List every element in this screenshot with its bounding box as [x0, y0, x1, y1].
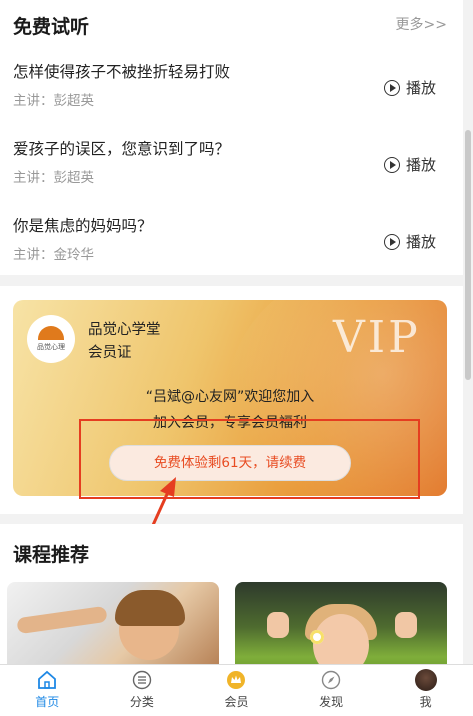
thumbnail-art [115, 590, 185, 626]
home-icon [36, 670, 58, 690]
tab-me[interactable]: 我 [378, 665, 473, 716]
tab-label: 分类 [129, 695, 154, 709]
list-item[interactable]: 怎样使得孩子不被挫折轻易打败 主讲：彭超英 播放 [0, 60, 463, 130]
free-listen-section: 免费试听 更多>> 怎样使得孩子不被挫折轻易打败 主讲：彭超英 播放 爱孩子的误… [0, 0, 463, 275]
speaker-label: 主讲：彭超英 [13, 170, 94, 186]
vip-badge: VIP [333, 312, 421, 363]
brand-logo: 品觉心理 [27, 315, 75, 363]
crown-icon [225, 670, 247, 690]
play-icon [384, 233, 400, 250]
list-item[interactable]: 你是焦虑的妈妈吗？ 主讲：金玲华 播放 [0, 214, 463, 284]
bottom-tab-bar: 首页 分类 会员 发现 我 [0, 664, 473, 716]
course-title[interactable]: 怎样使得孩子不被挫折轻易打败 [13, 60, 230, 82]
tab-category[interactable]: 分类 [95, 665, 190, 716]
tab-member[interactable]: 会员 [189, 665, 284, 716]
compass-icon [320, 670, 342, 690]
thumbnail-art [267, 612, 289, 638]
tab-discover[interactable]: 发现 [284, 665, 379, 716]
more-link[interactable]: 更多>> [396, 14, 447, 34]
speaker-label: 主讲：彭超英 [13, 93, 94, 109]
play-button[interactable]: 播放 [384, 231, 436, 252]
play-button[interactable]: 播放 [384, 154, 436, 175]
umbrella-icon [38, 326, 64, 340]
tab-label: 会员 [224, 695, 249, 709]
logo-text: 品觉心理 [37, 343, 65, 351]
play-label: 播放 [406, 233, 437, 251]
thumbnail-art [395, 612, 417, 638]
tab-home[interactable]: 首页 [0, 665, 95, 716]
section-title-free: 免费试听 [13, 16, 90, 38]
list-icon [131, 670, 153, 690]
scrollbar[interactable] [465, 130, 471, 380]
play-icon [384, 79, 400, 96]
speaker-label: 主讲：金玲华 [13, 247, 94, 263]
play-label: 播放 [406, 156, 437, 174]
recommend-section: 课程推荐 [0, 524, 463, 682]
flower-icon [310, 630, 324, 644]
avatar-wrapper [414, 669, 437, 691]
section-title-recommend: 课程推荐 [13, 544, 90, 566]
highlight-box [79, 419, 420, 499]
avatar [414, 669, 437, 691]
org-name: 品觉心学堂 [88, 322, 161, 338]
tab-label: 首页 [35, 695, 60, 709]
course-title[interactable]: 你是焦虑的妈妈吗？ [13, 214, 153, 236]
course-title[interactable]: 爱孩子的误区，您意识到了吗？ [13, 137, 230, 159]
tab-label: 发现 [319, 695, 344, 709]
list-item[interactable]: 爱孩子的误区，您意识到了吗？ 主讲：彭超英 播放 [0, 137, 463, 207]
play-icon [384, 156, 400, 173]
tab-label: 我 [419, 695, 432, 709]
welcome-text: “吕斌@心友网”欢迎您加入 [145, 389, 315, 405]
play-label: 播放 [406, 79, 437, 97]
play-button[interactable]: 播放 [384, 77, 436, 98]
member-cert-label: 会员证 [88, 345, 132, 361]
thumbnail-art [16, 605, 108, 635]
